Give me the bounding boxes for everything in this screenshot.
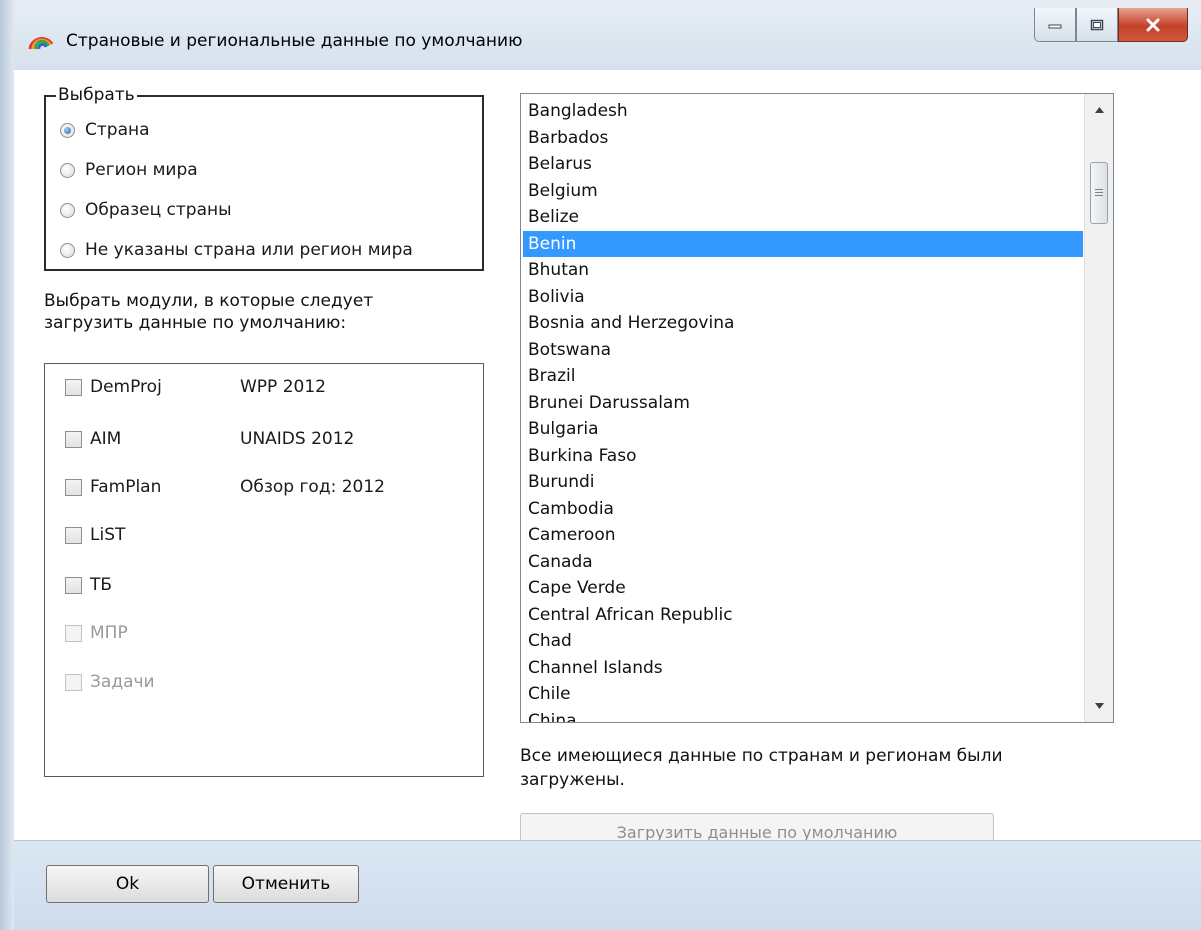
list-item[interactable]: Burundi <box>523 469 1083 496</box>
close-button[interactable] <box>1118 8 1188 42</box>
list-item[interactable]: Botswana <box>523 337 1083 364</box>
module-checkbox[interactable] <box>65 430 82 448</box>
dialog-footer: Ok Отменить <box>14 840 1201 930</box>
radio-country[interactable]: Страна <box>60 117 150 143</box>
list-item[interactable]: Bolivia <box>523 284 1083 311</box>
module-checkbox[interactable] <box>65 478 82 496</box>
module-source: Обзор год: 2012 <box>240 477 385 497</box>
scroll-thumb[interactable] <box>1090 162 1108 224</box>
list-item[interactable]: Bangladesh <box>523 98 1083 125</box>
cancel-button[interactable]: Отменить <box>213 865 359 903</box>
minimize-icon <box>1048 24 1062 28</box>
list-item-selected[interactable]: Benin <box>523 230 1083 257</box>
radio-world-region[interactable]: Регион мира <box>60 157 198 183</box>
module-name: DemProj <box>90 377 162 397</box>
list-item[interactable]: Bosnia and Herzegovina <box>523 310 1083 337</box>
grip-icon <box>1095 188 1103 198</box>
list-item[interactable]: Cambodia <box>523 496 1083 523</box>
module-row-list[interactable]: LiST <box>65 522 240 548</box>
module-name: FamPlan <box>90 477 162 497</box>
window-title: Страновые и региональные данные по умолч… <box>66 31 523 51</box>
module-row-mpr: МПР <box>65 620 240 646</box>
app-rainbow-icon <box>28 37 54 50</box>
list-item[interactable]: Belgium <box>523 178 1083 205</box>
select-group-legend: Выбрать <box>56 85 137 105</box>
radio-label: Регион мира <box>85 160 198 180</box>
dialog-content: Выбрать Страна Регион мира Образец стран… <box>14 70 1201 851</box>
list-item[interactable]: China <box>523 708 1083 723</box>
module-checkbox[interactable] <box>65 526 82 544</box>
radio-label: Страна <box>85 120 150 140</box>
module-row-tb[interactable]: ТБ <box>65 572 240 598</box>
radio-no-country[interactable]: Не указаны страна или регион мира <box>60 237 413 263</box>
module-row-aim[interactable]: AIM UNAIDS 2012 <box>65 426 354 452</box>
list-item[interactable]: Cape Verde <box>523 575 1083 602</box>
minimize-button[interactable] <box>1034 8 1076 42</box>
module-row-tasks: Задачи <box>65 669 240 695</box>
maximize-icon <box>1090 19 1104 30</box>
radio-sample-country[interactable]: Образец страны <box>60 197 232 223</box>
module-row-famplan[interactable]: FamPlan Обзор год: 2012 <box>65 474 385 500</box>
module-source: WPP 2012 <box>240 377 326 397</box>
list-item[interactable]: Canada <box>523 549 1083 576</box>
list-item[interactable]: Brazil <box>523 363 1083 390</box>
module-checkbox[interactable] <box>65 576 82 594</box>
modules-caption: Выбрать модули, в которые следует загруз… <box>44 291 374 333</box>
scroll-down-arrow[interactable] <box>1085 692 1113 720</box>
list-item[interactable]: Brunei Darussalam <box>523 390 1083 417</box>
radio-button-checked[interactable] <box>60 122 75 138</box>
select-groupbox: Выбрать Страна Регион мира Образец стран… <box>44 85 484 271</box>
list-item[interactable]: Burkina Faso <box>523 443 1083 470</box>
list-item[interactable]: Bulgaria <box>523 416 1083 443</box>
ok-button[interactable]: Ok <box>46 865 209 903</box>
list-item[interactable]: Chile <box>523 681 1083 708</box>
module-name: AIM <box>90 429 122 449</box>
module-row-demproj[interactable]: DemProj WPP 2012 <box>65 374 326 400</box>
dialog-window: Страновые и региональные данные по умолч… <box>0 0 1201 930</box>
status-message: Все имеющиеся данные по странам и регион… <box>520 746 1003 790</box>
country-list: Bangladesh Barbados Belarus Belgium Belize Be… <box>523 98 1083 723</box>
title-bar[interactable]: Страновые и региональные данные по умолч… <box>14 0 1201 70</box>
window-frame <box>0 0 15 930</box>
list-item[interactable]: Bhutan <box>523 257 1083 284</box>
listbox-scrollbar[interactable] <box>1084 94 1113 722</box>
maximize-button[interactable] <box>1076 8 1118 42</box>
radio-button[interactable] <box>60 202 75 218</box>
module-source: UNAIDS 2012 <box>240 429 355 449</box>
radio-label: Образец страны <box>85 200 232 220</box>
triangle-down-icon <box>1094 703 1104 709</box>
list-item[interactable]: Central African Republic <box>523 602 1083 629</box>
scroll-up-arrow[interactable] <box>1085 96 1113 124</box>
module-name: ТБ <box>90 575 113 595</box>
module-checkbox-disabled <box>65 673 82 691</box>
radio-button[interactable] <box>60 162 75 178</box>
module-checkbox-disabled <box>65 624 82 642</box>
list-item[interactable]: Belarus <box>523 151 1083 178</box>
triangle-up-icon <box>1094 107 1104 113</box>
list-item[interactable]: Chad <box>523 628 1083 655</box>
list-item[interactable]: Cameroon <box>523 522 1083 549</box>
modules-box: DemProj WPP 2012 AIM UNAIDS 2012 FamPlan… <box>44 363 484 777</box>
radio-label: Не указаны страна или регион мира <box>85 240 413 260</box>
list-item[interactable]: Belize <box>523 204 1083 231</box>
module-checkbox[interactable] <box>65 378 82 396</box>
country-listbox[interactable]: Bangladesh Barbados Belarus Belgium Belize Be… <box>520 93 1114 723</box>
radio-button[interactable] <box>60 242 75 258</box>
close-icon <box>1146 18 1160 31</box>
module-name: LiST <box>90 525 126 545</box>
list-item[interactable]: Barbados <box>523 125 1083 152</box>
module-name: МПР <box>90 623 128 643</box>
module-name: Задачи <box>90 672 155 692</box>
list-item[interactable]: Channel Islands <box>523 655 1083 682</box>
